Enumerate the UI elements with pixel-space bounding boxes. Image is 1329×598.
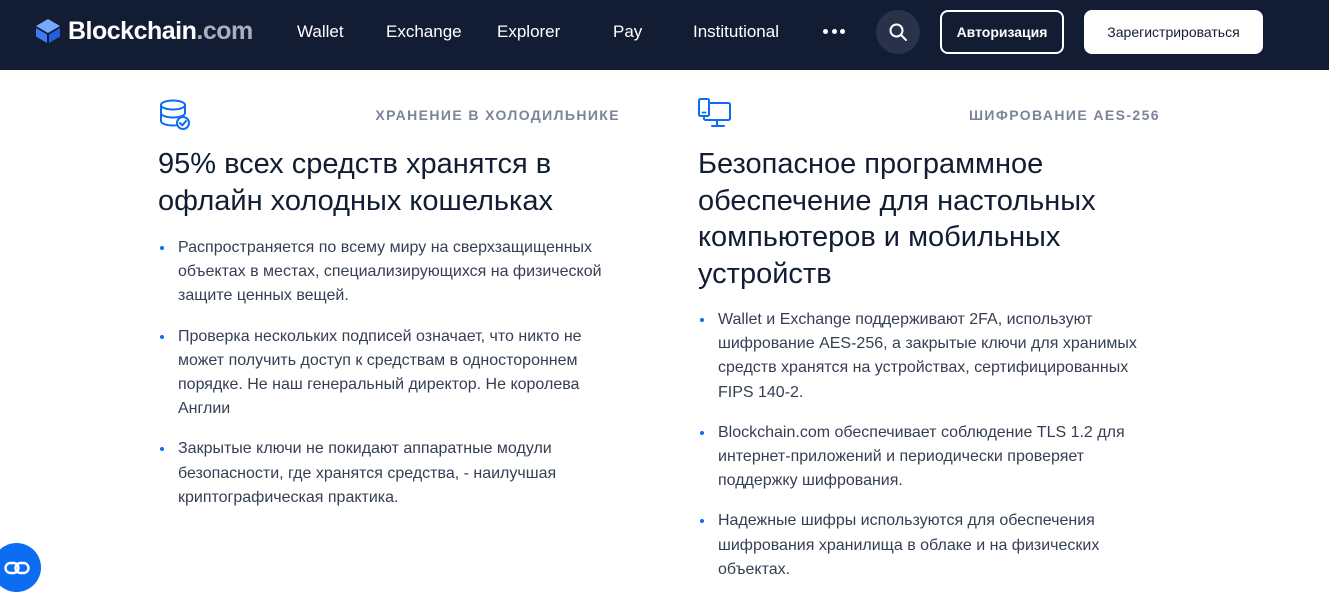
chat-button[interactable] [0,543,41,592]
feature-bullet-list: Распространяется по всему миру на сверхз… [158,236,620,526]
list-item: Распространяется по всему миру на сверхз… [158,236,620,309]
logo-brand: Blockchain [68,16,197,45]
list-item: Надежные шифры используются для обеспече… [698,509,1160,582]
nav-link-exchange[interactable]: Exchange [386,22,462,42]
blockchain-cube-icon [36,19,60,43]
list-item: Blockchain.com обеспечивает соблюдение T… [698,421,1160,494]
search-button[interactable] [876,10,920,54]
nav-link-wallet[interactable]: Wallet [297,22,344,42]
signup-button[interactable]: Зарегистрироваться [1084,10,1263,54]
top-navigation-bar: Blockchain.com Wallet Exchange Explorer … [0,0,1329,70]
feature-eyebrow: ХРАНЕНИЕ В ХОЛОДИЛЬНИКЕ [375,107,620,123]
blockchain-logo[interactable]: Blockchain.com [34,16,253,46]
feature-eyebrow: ШИФРОВАНИЕ AES-256 [968,107,1160,123]
list-item: Wallet и Exchange поддерживают 2FA, испо… [698,308,1160,405]
login-button[interactable]: Авторизация [940,10,1064,54]
desktop-mobile-icon [698,98,731,127]
feature-title: Безопасное программное обеспечение для н… [698,148,1096,290]
logo-suffix: .com [196,16,253,45]
feature-title: 95% всех средств хранятся в офлайн холод… [158,148,553,217]
list-item: Проверка нескольких подписей означает, ч… [158,325,620,422]
chat-link-icon [3,561,30,574]
nav-link-explorer[interactable]: Explorer [497,22,560,42]
database-check-icon [160,99,190,130]
nav-link-institutional[interactable]: Institutional [693,22,779,42]
search-icon [889,23,907,41]
nav-link-pay[interactable]: Pay [613,22,642,42]
list-item: Закрытые ключи не покидают аппаратные мо… [158,437,620,510]
more-dots-icon[interactable] [823,29,845,35]
feature-bullet-list: Wallet и Exchange поддерживают 2FA, испо… [698,308,1160,598]
